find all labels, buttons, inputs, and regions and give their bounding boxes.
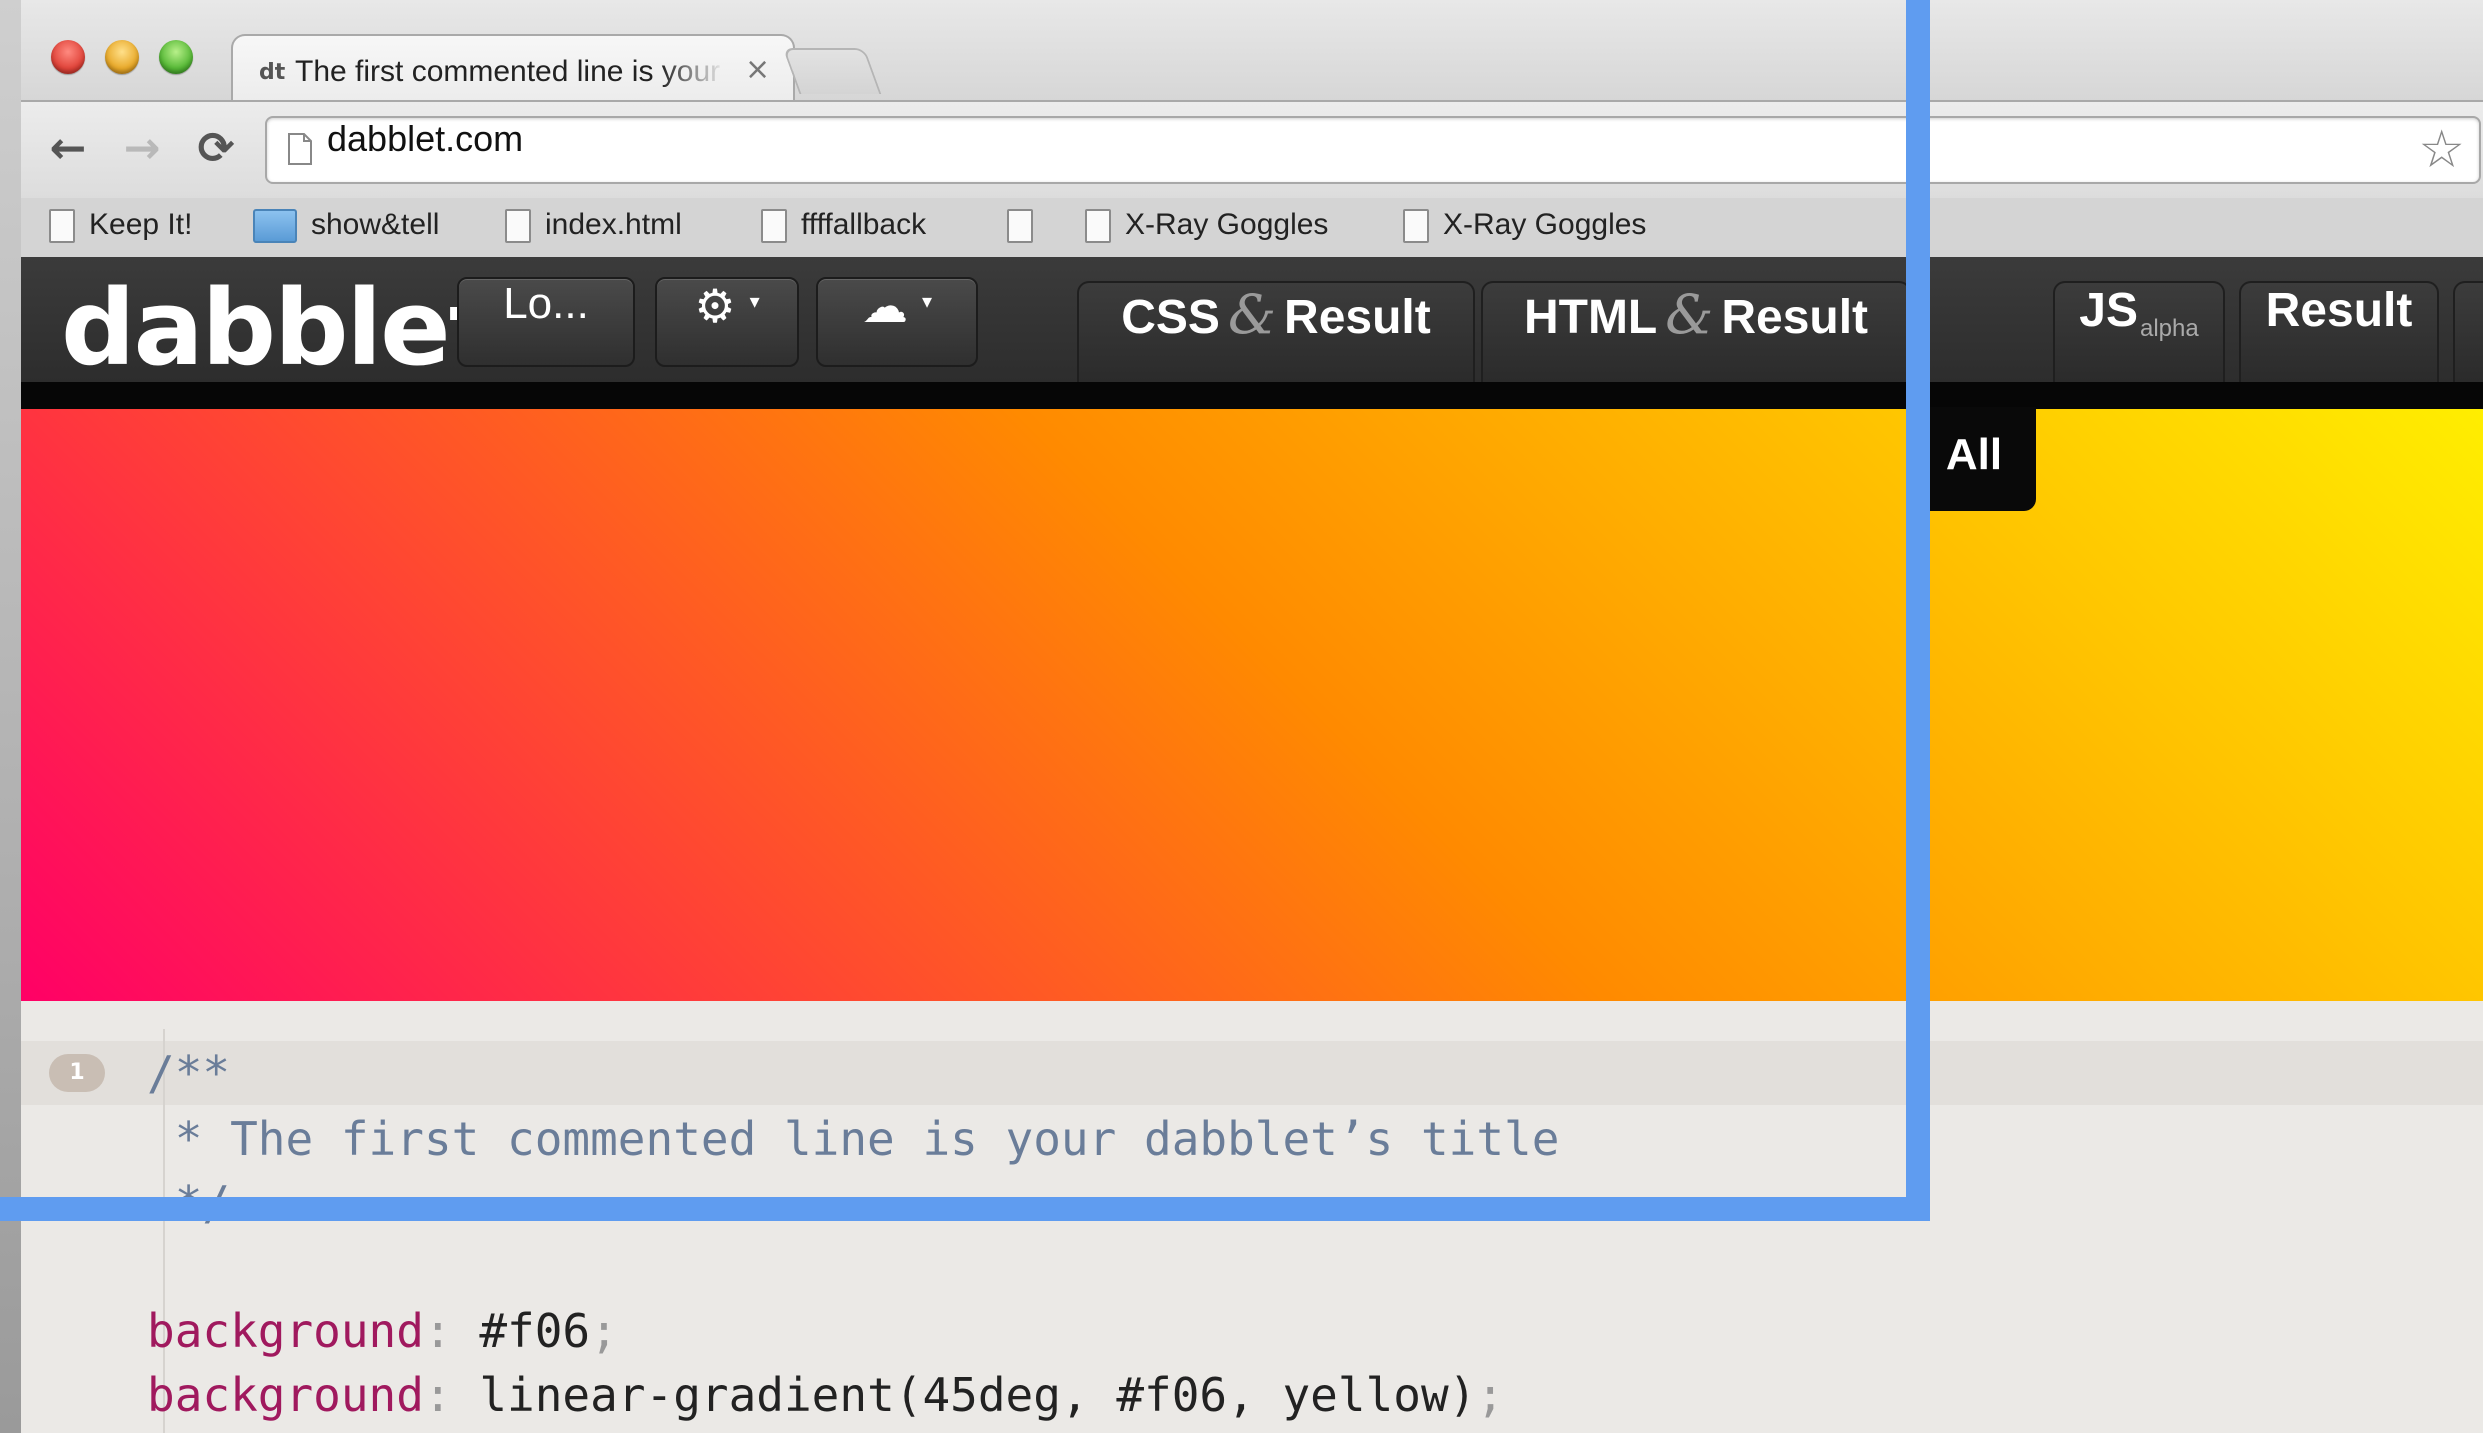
browser-chrome: dt The first commented line is your dabb… [21,0,2483,259]
bookmark-index-html[interactable]: index.html [505,208,682,248]
highlight-frame-bottom [0,1197,1930,1221]
gear-icon: ⚙ [694,279,736,333]
tab-label-js: JS [2079,284,2138,337]
bookmark-ffffallback[interactable]: ffffallback [761,208,926,248]
tab-html-and-result[interactable]: HTML & Result [1481,281,1911,387]
save-cloud-button[interactable]: ☁ ▾ [816,277,978,367]
css-property: background [147,1304,424,1358]
bookmark-label: show&tell [311,208,440,241]
css-value: linear-gradient(45deg, #f06, yellow) [479,1368,1477,1422]
page-icon [761,209,787,244]
bookmarks-bar: Keep It! show&tell index.html ffffallbac… [21,198,2483,259]
bookmark-label: X-Ray Goggles [1443,208,1647,241]
new-tab-button[interactable] [782,48,882,94]
result-preview [21,409,2483,1001]
forward-arrow-icon[interactable]: → [115,122,169,176]
tab-label-html: HTML [1523,291,1658,344]
load-button[interactable]: Lo... [457,277,635,367]
cloud-upload-icon: ☁ [861,279,908,333]
line-number-badge: 1 [49,1054,105,1092]
back-arrow-icon[interactable]: ← [41,122,95,176]
page-icon [1403,209,1429,244]
close-window-button[interactable] [51,40,85,74]
colon: : [423,1368,480,1422]
bookmark-star-icon[interactable]: ☆ [2418,122,2465,178]
semicolon: ; [1476,1368,1505,1422]
page-icon [49,209,75,244]
code-line-declaration-2: background: linear-gradient(45deg, #f06,… [147,1363,1504,1427]
tab-overflow[interactable] [2453,281,2483,387]
bookmark-untitled[interactable] [1007,208,1047,248]
ampersand: & [1227,283,1277,346]
tab-all[interactable]: All [1912,407,2036,511]
current-line-highlight [21,1041,2483,1105]
bookmark-label: ffffallback [801,208,927,241]
tab-label-result: Result [1721,291,1869,344]
bookmark-folder-show-tell[interactable]: show&tell [253,208,439,248]
tab-label-result: Result [1284,291,1431,344]
css-value: #f06 [479,1304,591,1358]
chevron-down-icon: ▾ [749,289,760,313]
bookmark-label: index.html [545,208,682,241]
address-bar[interactable]: dabblet.com ☆ [265,116,2481,184]
css-property: background [147,1368,424,1422]
tab-title: The first commented line is your dabblet… [295,55,725,88]
settings-button[interactable]: ⚙ ▾ [655,277,799,367]
bookmark-label: X-Ray Goggles [1125,208,1329,241]
bookmark-label: Keep It! [89,208,193,241]
bookmark-keep-it[interactable]: Keep It! [49,208,192,248]
tab-strip: dt The first commented line is your dabb… [21,0,2483,102]
screenshot: dt The first commented line is your dabb… [0,0,2483,1433]
bookmark-xray-goggles-2[interactable]: X-Ray Goggles [1403,208,1646,248]
zoom-window-button[interactable] [159,40,193,74]
browser-toolbar: ← → ⟳ dabblet.com ☆ [21,100,2483,200]
code-line-declaration-1: background: #f06; [147,1299,618,1363]
toolbar-base-strip [21,382,2483,409]
colon: : [423,1304,480,1358]
minimize-window-button[interactable] [105,40,139,74]
highlight-frame-right [1906,0,1930,1221]
code-line-comment-title: * The first commented line is your dabbl… [147,1112,1560,1166]
semicolon: ; [590,1304,618,1358]
tab-js[interactable]: JSalpha [2053,281,2225,387]
tab-result[interactable]: Result [2239,281,2439,387]
browser-tab-active[interactable]: dt The first commented line is your dabb… [231,34,795,102]
bookmark-xray-goggles-1[interactable]: X-Ray Goggles [1085,208,1328,248]
ampersand: & [1665,283,1714,346]
page-icon [1007,209,1033,244]
tab-label-css: CSS [1121,291,1220,344]
tab-close-icon[interactable]: × [745,50,770,90]
chevron-down-icon: ▾ [921,289,933,313]
page-icon [1085,209,1111,244]
alpha-badge: alpha [2139,315,2199,342]
tab-css-and-result[interactable]: CSS & Result [1077,281,1475,387]
code-line-comment-open: /** [147,1046,231,1100]
dabblet-favicon-icon: dt [259,60,286,85]
page-icon [288,133,312,165]
address-url[interactable]: dabblet.com [327,118,523,182]
page-icon [505,209,531,244]
reload-icon[interactable]: ⟳ [189,122,243,176]
folder-icon [253,209,297,244]
dabblet-logo: dabblet [61,267,498,389]
